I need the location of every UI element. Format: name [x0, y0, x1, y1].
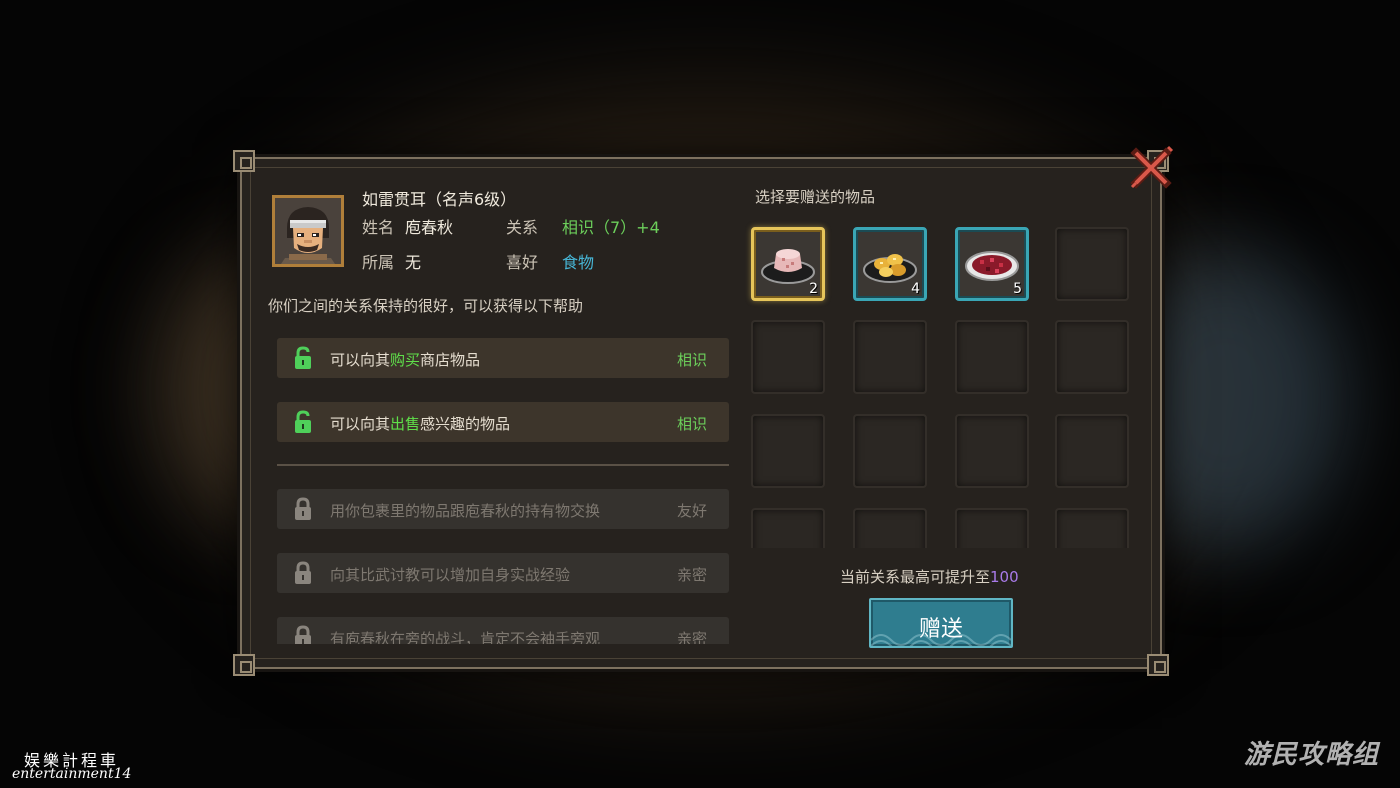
- unlocked-lock-icon: [291, 346, 315, 370]
- frame-corner-ornament: [233, 654, 255, 676]
- item-quantity: 2: [809, 281, 818, 297]
- frame-corner-ornament: [1147, 654, 1169, 676]
- benefit-requirement: 相识: [676, 415, 707, 433]
- benefit-requirement: 相识: [676, 351, 707, 369]
- faction-value: 无: [405, 253, 422, 272]
- item-quantity: 4: [911, 281, 920, 297]
- name-label: 姓名: [362, 218, 395, 237]
- benefit-requirement: 亲密: [676, 566, 707, 584]
- gift-slot-empty[interactable]: [853, 320, 927, 394]
- gift-slot-empty[interactable]: [751, 508, 825, 548]
- relation-value: 相识（7）+4: [562, 218, 660, 237]
- locked-benefits-scroll-list[interactable]: 用你包裹里的物品跟庖春秋的持有物交换 友好 向其比武讨教可以增加自身实战经验 亲…: [270, 480, 740, 644]
- benefit-text: 用你包裹里的物品跟庖春秋的持有物交换: [330, 502, 601, 520]
- gift-slot-empty[interactable]: [751, 414, 825, 488]
- benefit-text: 可以向其购买商店物品: [330, 351, 481, 369]
- benefit-text: 有庖春秋在旁的战斗，肯定不会袖手旁观: [330, 630, 601, 644]
- watermark-right-logo: 游民攻略组: [1244, 740, 1380, 770]
- gift-slot-empty[interactable]: [1055, 508, 1129, 548]
- locked-lock-icon: [291, 497, 315, 521]
- benefit-requirement: 友好: [676, 502, 707, 520]
- npc-portrait-avatar: [272, 195, 344, 267]
- gift-slot-empty[interactable]: [1055, 227, 1129, 301]
- benefit-row-trade: 用你包裹里的物品跟庖春秋的持有物交换 友好: [277, 489, 729, 529]
- gift-item-grid[interactable]: 2 4 5: [745, 218, 1145, 548]
- npc-name: 庖春秋: [405, 218, 454, 237]
- benefit-row-buy: 可以向其购买商店物品 相识: [277, 338, 729, 378]
- relation-label: 关系: [506, 218, 539, 237]
- benefit-text: 向其比武讨教可以增加自身实战经验: [330, 566, 571, 584]
- npc-title: 如雷贯耳（名声6级）: [362, 190, 517, 209]
- gift-slot-empty[interactable]: [955, 508, 1029, 548]
- unlocked-lock-icon: [291, 410, 315, 434]
- item-quantity: 5: [1013, 281, 1022, 297]
- relationship-limit-value: 100: [990, 568, 1019, 586]
- gift-slot-rice-cake[interactable]: 2: [751, 227, 825, 301]
- relationship-description: 你们之间的关系保持的很好，可以获得以下帮助: [268, 297, 584, 315]
- gift-slot-berry-dish[interactable]: 5: [955, 227, 1029, 301]
- gift-button[interactable]: 赠送: [869, 598, 1013, 648]
- gift-slot-empty[interactable]: [955, 320, 1029, 394]
- benefit-requirement: 亲密: [676, 630, 707, 644]
- berry-dish-icon: [965, 251, 1019, 281]
- gift-slot-empty[interactable]: [853, 508, 927, 548]
- close-icon: [1130, 145, 1174, 189]
- close-button[interactable]: [1128, 143, 1176, 191]
- section-divider: [277, 464, 729, 466]
- gift-button-label: 赠送: [918, 617, 963, 642]
- locked-lock-icon: [291, 625, 315, 644]
- relationship-limit-text: 当前关系最高可提升至100: [840, 568, 1019, 586]
- benefit-row-spar: 向其比武讨教可以增加自身实战经验 亲密: [277, 553, 729, 593]
- gift-slot-empty[interactable]: [751, 320, 825, 394]
- benefit-text: 可以向其出售感兴趣的物品: [330, 415, 511, 433]
- gift-slot-empty[interactable]: [853, 414, 927, 488]
- preference-value: 食物: [562, 253, 595, 272]
- gift-slot-empty[interactable]: [955, 414, 1029, 488]
- faction-label: 所属: [362, 253, 395, 272]
- gift-panel-title: 选择要赠送的物品: [755, 188, 876, 206]
- watermark-left-sub: entertainment14: [12, 766, 132, 782]
- fried-dumplings-icon: [863, 254, 917, 283]
- benefit-row-sell: 可以向其出售感兴趣的物品 相识: [277, 402, 729, 442]
- preference-label: 喜好: [506, 253, 539, 272]
- rice-cake-icon: [761, 249, 815, 284]
- benefit-row-battle-assist: 有庖春秋在旁的战斗，肯定不会袖手旁观 亲密: [277, 617, 729, 644]
- npc-face-icon: [275, 198, 341, 264]
- gift-slot-fried-dumplings[interactable]: 4: [853, 227, 927, 301]
- locked-lock-icon: [291, 561, 315, 585]
- frame-corner-ornament: [233, 150, 255, 172]
- gift-slot-empty[interactable]: [1055, 414, 1129, 488]
- gift-slot-empty[interactable]: [1055, 320, 1129, 394]
